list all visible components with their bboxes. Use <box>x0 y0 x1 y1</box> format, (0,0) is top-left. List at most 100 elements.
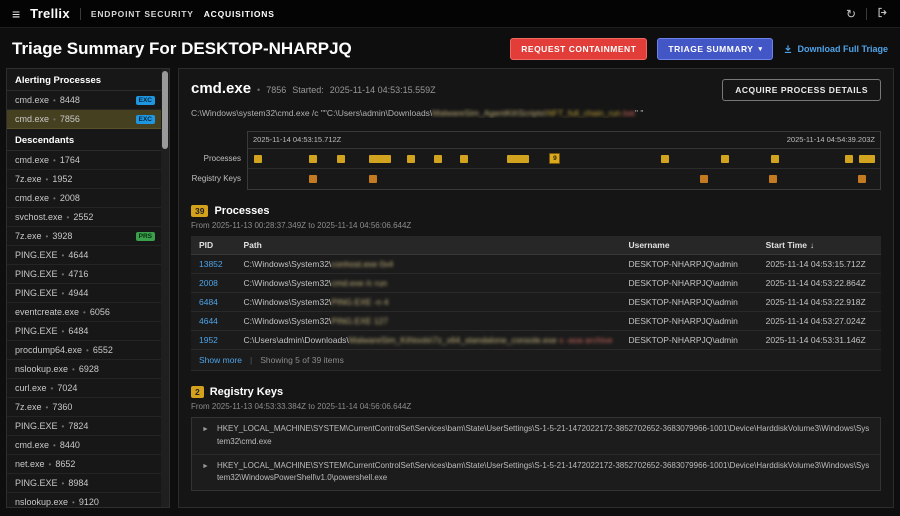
descendant-process-item[interactable]: nslookup.exe • 9120 <box>7 493 163 507</box>
descendant-process-item[interactable]: procdump64.exe • 6552 <box>7 341 163 360</box>
descendant-process-item[interactable]: cmd.exe • 1764 <box>7 151 163 170</box>
sidebar-scrollbar-thumb[interactable] <box>162 71 168 149</box>
registry-key-path: HKEY_LOCAL_MACHINE\SYSTEM\CurrentControl… <box>216 424 870 446</box>
timeline-marker[interactable] <box>768 175 777 183</box>
pid-link[interactable]: 13852 <box>199 259 223 269</box>
process-table-row[interactable]: 4644 C:\Windows\System32\PING.EXE 127 DE… <box>191 311 881 331</box>
pid-link[interactable]: 2008 <box>199 278 218 288</box>
descendant-process-item[interactable]: svchost.exe • 2552 <box>7 208 163 227</box>
alerting-process-item[interactable]: cmd.exe • 8448 EXC <box>7 91 163 110</box>
expand-arrow-icon[interactable]: ► <box>202 423 209 449</box>
alerting-process-item[interactable]: cmd.exe • 7856 EXC <box>7 110 163 129</box>
registry-key-row[interactable]: ► HKEY_LOCAL_MACHINE\SYSTEM\CurrentContr… <box>192 418 880 455</box>
processes-table-body: 13852 C:\Windows\System32\conhost.exe 0x… <box>191 254 881 350</box>
logout-icon[interactable] <box>877 7 888 20</box>
hamburger-menu-icon[interactable]: ≡ <box>12 6 20 22</box>
descendant-process-item[interactable]: 7z.exe • 1952 <box>7 170 163 189</box>
descendant-process-item[interactable]: PING.EXE • 4944 <box>7 284 163 303</box>
start-time-label: Start Time <box>765 240 808 250</box>
descendant-process-item[interactable]: eventcreate.exe • 6056 <box>7 303 163 322</box>
expand-arrow-icon[interactable]: ► <box>202 460 209 486</box>
triage-summary-dropdown[interactable]: TRIAGE SUMMARY ▾ <box>657 38 774 60</box>
timeline-marker[interactable] <box>369 155 391 163</box>
timeline-marker[interactable] <box>407 155 416 163</box>
started-timestamp: 2025-11-14 04:53:15.559Z <box>329 85 436 95</box>
triage-summary-label: TRIAGE SUMMARY <box>668 44 754 54</box>
sidebar-scrollbar[interactable] <box>161 69 169 507</box>
column-header-path[interactable]: Path <box>235 236 621 255</box>
descendant-process-item[interactable]: 7z.exe • 3928 PRS <box>7 227 163 246</box>
process-table-row[interactable]: 13852 C:\Windows\System32\conhost.exe 0x… <box>191 254 881 274</box>
process-pid: 6484 <box>68 326 89 336</box>
column-header-pid[interactable]: PID <box>191 236 236 255</box>
path-redacted: x -aoa archive <box>556 335 613 345</box>
descendant-process-item[interactable]: PING.EXE • 7824 <box>7 417 163 436</box>
descendant-process-item[interactable]: PING.EXE • 8984 <box>7 474 163 493</box>
timeline-marker[interactable] <box>770 155 779 163</box>
dot-separator: • <box>83 307 86 317</box>
dot-separator: • <box>61 421 65 431</box>
dot-separator: • <box>53 114 56 124</box>
timeline-marker[interactable] <box>337 155 346 163</box>
download-icon <box>785 45 792 53</box>
dot-separator: • <box>53 155 56 165</box>
timeline-marker[interactable] <box>460 155 469 163</box>
process-table-row[interactable]: 6484 C:\Windows\System32\PING.EXE -n 4 D… <box>191 292 881 312</box>
dot-separator: • <box>50 383 54 393</box>
timeline-marker[interactable] <box>253 155 262 163</box>
process-pid: 1952 <box>52 174 73 184</box>
process-pid: 9120 <box>78 497 99 507</box>
request-containment-button[interactable]: REQUEST CONTAINMENT <box>510 38 648 60</box>
timeline-row-label-registry: Registry Keys <box>191 173 241 183</box>
timeline-marker[interactable] <box>844 155 853 163</box>
descendant-process-item[interactable]: PING.EXE • 4644 <box>7 246 163 265</box>
product-name: ENDPOINT SECURITY <box>90 8 194 19</box>
descendant-process-item[interactable]: 7z.exe • 7360 <box>7 398 163 417</box>
process-table-row[interactable]: 2008 C:\Windows\System32\cmd.exe /c run … <box>191 273 881 293</box>
divider <box>866 7 867 20</box>
timeline-marker[interactable] <box>507 155 529 163</box>
process-table-row[interactable]: 1952 C:\Users\admin\Downloads\MalwareSim… <box>191 330 881 350</box>
dot-separator: • <box>45 402 49 412</box>
processes-section-title: Processes <box>214 205 270 217</box>
timeline-marker[interactable] <box>720 155 729 163</box>
registry-keys-section: 2 Registry Keys From 2025-11-13 04:53:33… <box>191 386 881 492</box>
selected-process-name: cmd.exe <box>191 80 252 97</box>
descendant-process-item[interactable]: net.exe • 8652 <box>7 455 163 474</box>
timeline-marker[interactable] <box>857 175 866 183</box>
show-more-link[interactable]: Show more <box>199 355 242 365</box>
process-name: PING.EXE <box>15 269 58 279</box>
timeline-marker[interactable]: 9 <box>549 153 561 164</box>
process-name: PING.EXE <box>15 250 58 260</box>
history-refresh-icon[interactable]: ↻ <box>846 8 856 20</box>
timeline-marker[interactable] <box>433 155 442 163</box>
process-pid: 6928 <box>78 364 99 374</box>
pid-link[interactable]: 4644 <box>199 316 218 326</box>
timeline-marker[interactable] <box>699 175 708 183</box>
pid-link[interactable]: 6484 <box>199 297 218 307</box>
column-header-username[interactable]: Username <box>620 236 758 255</box>
process-pid: 2552 <box>73 212 94 222</box>
descendant-process-item[interactable]: PING.EXE • 4716 <box>7 265 163 284</box>
column-header-start-time[interactable]: Start Time ↓ <box>757 236 881 255</box>
timeline-marker[interactable] <box>309 175 318 183</box>
descendant-process-item[interactable]: PING.EXE • 6484 <box>7 322 163 341</box>
process-pid: 4944 <box>68 288 89 298</box>
timeline-marker[interactable] <box>369 175 378 183</box>
descendant-process-item[interactable]: curl.exe • 7024 <box>7 379 163 398</box>
acquire-process-details-button[interactable]: ACQUIRE PROCESS DETAILS <box>722 79 881 101</box>
timeline-marker[interactable] <box>309 155 318 163</box>
path-redacted: PING.EXE -n 4 <box>331 297 389 307</box>
pid-link[interactable]: 1952 <box>199 335 218 345</box>
download-full-triage-link[interactable]: Download Full Triage <box>783 44 888 54</box>
descendant-process-item[interactable]: cmd.exe • 8440 <box>7 436 163 455</box>
timeline-marker[interactable] <box>858 155 875 163</box>
process-pid: 7360 <box>52 402 73 412</box>
descendant-process-item[interactable]: cmd.exe • 2008 <box>7 189 163 208</box>
timeline-marker[interactable] <box>660 155 669 163</box>
registry-key-row[interactable]: ► HKEY_LOCAL_MACHINE\SYSTEM\CurrentContr… <box>192 455 880 491</box>
descendant-process-item[interactable]: nslookup.exe • 6928 <box>7 360 163 379</box>
nav-tab-acquisitions[interactable]: ACQUISITIONS <box>204 9 275 19</box>
sort-desc-icon[interactable]: ↓ <box>810 241 814 250</box>
path-prefix: C:\Windows\System32\ <box>243 297 332 307</box>
